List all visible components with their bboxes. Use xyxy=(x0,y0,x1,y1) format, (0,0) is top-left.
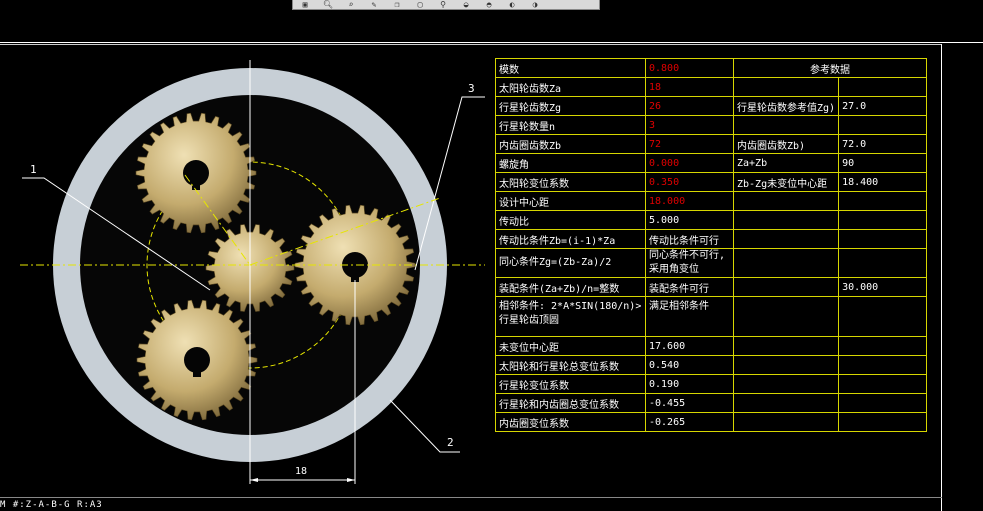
dimension-arrow-right xyxy=(347,478,355,482)
param-label: 太阳轮和行星轮总变位系数 xyxy=(495,355,646,375)
table-row: 行星轮变位系数 0.190 xyxy=(495,374,928,394)
ref-value xyxy=(838,115,928,135)
param-label: 行星轮和内齿圈总变位系数 xyxy=(495,393,646,413)
ref-label: Zb-Zg未变位中心距 xyxy=(732,172,840,192)
table-row: 传动比 5.000 xyxy=(495,210,928,230)
param-label: 传动比 xyxy=(495,210,646,230)
param-label: 行星轮数量n xyxy=(495,115,646,135)
ref-value: 72.0 xyxy=(838,134,928,154)
param-value[interactable]: 装配条件可行 xyxy=(645,277,734,297)
status-bar: M #:Z-A-B-G R:A3 xyxy=(0,500,103,510)
ref-value xyxy=(838,393,928,413)
param-value[interactable]: 0.800 xyxy=(645,58,734,78)
ref-label xyxy=(732,248,840,278)
table-row: 行星轮和内齿圈总变位系数 -0.455 xyxy=(495,393,928,413)
param-value[interactable]: -0.455 xyxy=(645,393,734,413)
ref-value xyxy=(838,336,928,356)
reference-header: 参考数据 xyxy=(732,58,928,78)
param-value[interactable]: 0.540 xyxy=(645,355,734,375)
param-value[interactable]: 3 xyxy=(645,115,734,135)
param-label: 太阳轮齿数Za xyxy=(495,77,646,97)
table-row: 相邻条件: 2*A*SIN(180/n)>行星轮齿顶圆 满足相邻条件 xyxy=(495,296,928,337)
table-row: 太阳轮和行星轮总变位系数 0.540 xyxy=(495,355,928,375)
ref-label xyxy=(732,374,840,394)
ref-label xyxy=(732,115,840,135)
ref-value: 30.000 xyxy=(838,277,928,297)
ref-value: 18.400 xyxy=(838,172,928,192)
callout-1: 1 xyxy=(30,163,37,176)
parameter-table: 模数 0.800 参考数据 太阳轮齿数Za 18 行星轮齿数Zg 26 行星轮齿数参考值Zg)… xyxy=(495,58,928,432)
ref-value xyxy=(838,77,928,97)
param-label: 未变位中心距 xyxy=(495,336,646,356)
param-value[interactable]: 26 xyxy=(645,96,734,116)
ref-value xyxy=(838,248,928,278)
ref-label xyxy=(732,355,840,375)
param-value[interactable]: 17.600 xyxy=(645,336,734,356)
param-label: 太阳轮变位系数 xyxy=(495,172,646,192)
table-row: 传动比条件Zb=(i-1)*Za 传动比条件可行 xyxy=(495,229,928,249)
table-row: 太阳轮齿数Za 18 xyxy=(495,77,928,97)
param-value[interactable]: 18.000 xyxy=(645,191,734,211)
param-value[interactable]: 满足相邻条件 xyxy=(645,296,734,337)
ref-label xyxy=(732,277,840,297)
ref-value xyxy=(838,296,928,337)
param-label: 传动比条件Zb=(i-1)*Za xyxy=(495,229,646,249)
ref-label: 内齿圈齿数Zb) xyxy=(732,134,840,154)
ref-value: 27.0 xyxy=(838,96,928,116)
param-value[interactable]: 5.000 xyxy=(645,210,734,230)
table-row: 太阳轮变位系数 0.350 Zb-Zg未变位中心距 18.400 xyxy=(495,172,928,192)
callout-2: 2 xyxy=(447,436,454,449)
ref-value xyxy=(838,210,928,230)
table-row: 行星轮数量n 3 xyxy=(495,115,928,135)
dimension-label: 18 xyxy=(295,466,308,477)
ref-value xyxy=(838,229,928,249)
param-label: 螺旋角 xyxy=(495,153,646,173)
param-value[interactable]: 传动比条件可行 xyxy=(645,229,734,249)
param-value[interactable]: 同心条件不可行,采用角变位 xyxy=(645,248,734,278)
param-value[interactable]: -0.265 xyxy=(645,412,734,432)
ref-value: 90 xyxy=(838,153,928,173)
param-label: 行星轮齿数Zg xyxy=(495,96,646,116)
ref-label xyxy=(732,296,840,337)
table-row: 模数 0.800 参考数据 xyxy=(495,58,928,78)
ref-label xyxy=(732,393,840,413)
param-value[interactable]: 18 xyxy=(645,77,734,97)
table-row: 装配条件(Za+Zb)/n=整数 装配条件可行 30.000 xyxy=(495,277,928,297)
table-row: 未变位中心距 17.600 xyxy=(495,336,928,356)
callout-3: 3 xyxy=(468,82,475,95)
param-label: 装配条件(Za+Zb)/n=整数 xyxy=(495,277,646,297)
table-row: 行星轮齿数Zg 26 行星轮齿数参考值Zg) 27.0 xyxy=(495,96,928,116)
table-row: 螺旋角 0.000 Za+Zb 90 xyxy=(495,153,928,173)
param-label: 同心条件Zg=(Zb-Za)/2 xyxy=(495,248,646,278)
param-label: 内齿圈变位系数 xyxy=(495,412,646,432)
param-label: 内齿圈齿数Zb xyxy=(495,134,646,154)
ref-label: Za+Zb xyxy=(732,153,840,173)
ref-value xyxy=(838,374,928,394)
ref-value xyxy=(838,355,928,375)
param-label: 模数 xyxy=(495,58,646,78)
ref-label xyxy=(732,210,840,230)
ref-label xyxy=(732,191,840,211)
table-row: 内齿圈变位系数 -0.265 xyxy=(495,412,928,432)
ref-label xyxy=(732,77,840,97)
ref-value xyxy=(838,412,928,432)
ref-label: 行星轮齿数参考值Zg) xyxy=(732,96,840,116)
param-value[interactable]: 0.190 xyxy=(645,374,734,394)
table-row: 设计中心距 18.000 xyxy=(495,191,928,211)
param-label: 设计中心距 xyxy=(495,191,646,211)
dimension-arrow-left xyxy=(250,478,258,482)
param-value[interactable]: 0.350 xyxy=(645,172,734,192)
param-label: 行星轮变位系数 xyxy=(495,374,646,394)
param-value[interactable]: 72 xyxy=(645,134,734,154)
ref-label xyxy=(732,229,840,249)
ref-value xyxy=(838,191,928,211)
param-label: 相邻条件: 2*A*SIN(180/n)>行星轮齿顶圆 xyxy=(495,296,646,337)
ref-label xyxy=(732,412,840,432)
table-row: 内齿圈齿数Zb 72 内齿圈齿数Zb) 72.0 xyxy=(495,134,928,154)
ref-label xyxy=(732,336,840,356)
table-row: 同心条件Zg=(Zb-Za)/2 同心条件不可行,采用角变位 xyxy=(495,248,928,278)
param-value[interactable]: 0.000 xyxy=(645,153,734,173)
